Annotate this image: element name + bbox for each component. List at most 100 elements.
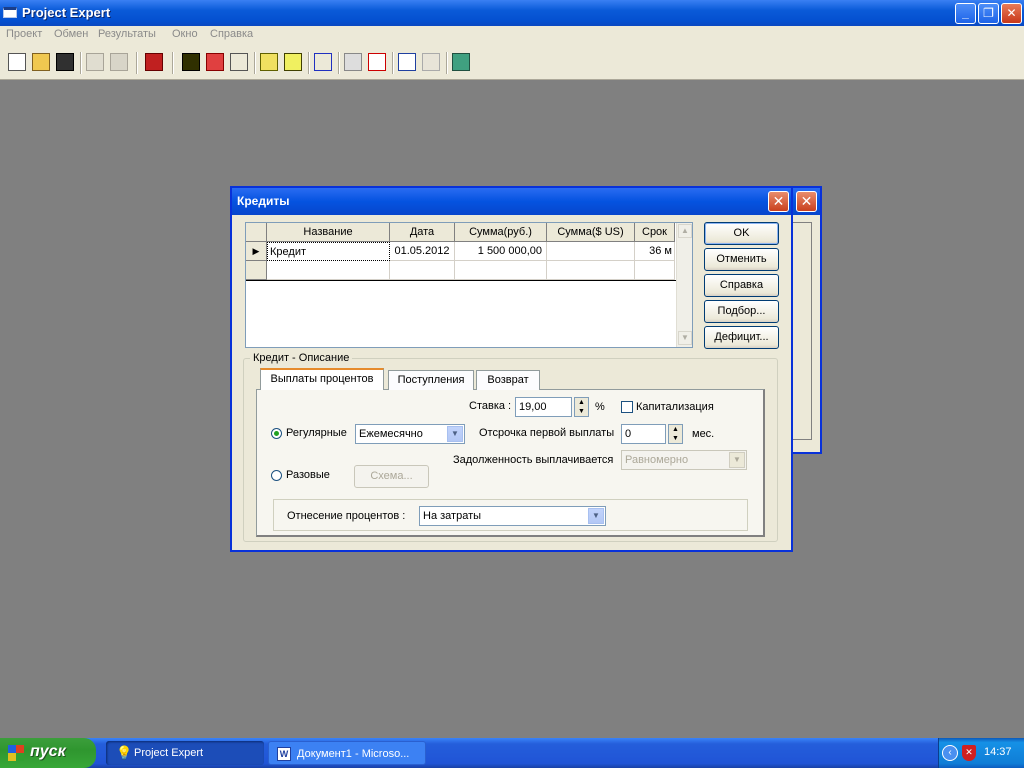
help-button[interactable]: Справка <box>704 274 779 297</box>
print-preview-icon[interactable] <box>86 53 104 71</box>
debt-repayment-select: Равномерно ▼ <box>621 450 747 470</box>
windows-logo-icon <box>8 745 24 761</box>
deficit-button[interactable]: Дефицит... <box>704 326 779 349</box>
taskbar-item-label: Документ1 - Microso... <box>297 748 410 760</box>
background-dialog-close-icon[interactable]: ✕ <box>796 191 817 212</box>
first-payment-delay-label: Отсрочка первой выплаты <box>479 427 615 439</box>
menu-project[interactable]: Проект <box>6 28 42 40</box>
close-button[interactable]: ✕ <box>1001 3 1022 24</box>
app-title: Project Expert <box>22 5 111 20</box>
spin-up-icon[interactable]: ▲ <box>575 398 588 407</box>
book-icon[interactable] <box>182 53 200 71</box>
regular-frequency-value: Ежемесячно <box>359 428 423 440</box>
new-row-cell[interactable] <box>390 261 455 280</box>
open-folder-icon[interactable] <box>32 53 50 71</box>
calculator-icon[interactable] <box>452 53 470 71</box>
rate-unit: % <box>595 401 605 413</box>
spin-up-icon[interactable]: ▲ <box>669 425 682 434</box>
new-row-cell[interactable] <box>455 261 547 280</box>
tab-interest-payments[interactable]: Выплаты процентов <box>260 368 384 390</box>
save-icon[interactable] <box>56 53 74 71</box>
new-row-cell[interactable] <box>635 261 675 280</box>
chart-bars-icon[interactable] <box>260 53 278 71</box>
scheme-button: Схема... <box>354 465 429 488</box>
credits-table[interactable]: Название Дата Сумма(руб.) Сумма($ US) Ср… <box>245 222 693 348</box>
dropdown-arrow-icon[interactable]: ▼ <box>447 426 463 442</box>
capitalization-label: Капитализация <box>636 401 714 413</box>
rate-spinner[interactable]: ▲ ▼ <box>574 397 589 417</box>
cell-sum-usd[interactable] <box>547 242 635 261</box>
main-title-bar: Project Expert _ ❐ ✕ <box>0 0 1024 26</box>
minimize-button[interactable]: _ <box>955 3 976 24</box>
cell-date[interactable]: 01.05.2012 <box>390 242 455 261</box>
column-header-date[interactable]: Дата <box>390 223 455 242</box>
menu-exchange[interactable]: Обмен <box>54 28 88 40</box>
balance-icon[interactable] <box>230 53 248 71</box>
onetime-radio[interactable] <box>271 470 282 481</box>
new-row-cell[interactable] <box>267 261 390 280</box>
first-payment-delay-input[interactable]: 0 <box>621 424 666 444</box>
menu-window[interactable]: Окно <box>172 28 198 40</box>
regular-label: Регулярные <box>286 427 347 439</box>
ok-button[interactable]: OK <box>704 222 779 245</box>
debt-repayment-label: Задолженность выплачивается <box>453 454 614 466</box>
cell-name[interactable]: Кредит <box>267 242 390 261</box>
new-row-cell[interactable] <box>547 261 635 280</box>
interest-allocation-label: Отнесение процентов : <box>287 510 406 522</box>
cell-sum-rub[interactable]: 1 500 000,00 <box>455 242 547 261</box>
scroll-down-icon[interactable]: ▼ <box>678 331 692 345</box>
delay-spinner[interactable]: ▲ ▼ <box>668 424 683 444</box>
exit-icon[interactable] <box>145 53 163 71</box>
system-tray: ‹ ✕ 14:37 <box>938 738 1024 768</box>
debt-repayment-value: Равномерно <box>625 454 689 466</box>
regular-frequency-select[interactable]: Ежемесячно ▼ <box>355 424 465 444</box>
new-file-icon[interactable] <box>8 53 26 71</box>
column-header-term[interactable]: Срок <box>635 223 675 242</box>
tab-return[interactable]: Возврат <box>476 370 540 390</box>
dropdown-arrow-icon: ▼ <box>729 452 745 468</box>
report-icon[interactable] <box>284 53 302 71</box>
select-button[interactable]: Подбор... <box>704 300 779 323</box>
tab-receipts[interactable]: Поступления <box>388 370 474 390</box>
cashflow-icon[interactable] <box>206 53 224 71</box>
scroll-up-icon[interactable]: ▲ <box>678 224 692 238</box>
interest-allocation-value: На затраты <box>423 510 482 522</box>
group-title: Кредит - Описание <box>250 352 353 364</box>
column-header-name[interactable]: Название <box>267 223 390 242</box>
dialog-close-icon[interactable]: ✕ <box>768 191 789 212</box>
cell-term[interactable]: 36 м <box>635 242 675 261</box>
cancel-button[interactable]: Отменить <box>704 248 779 271</box>
print-icon[interactable] <box>110 53 128 71</box>
spin-down-icon[interactable]: ▼ <box>575 407 588 416</box>
regular-radio[interactable] <box>271 428 282 439</box>
taskbar-item-project-expert[interactable]: 💡 Project Expert <box>106 741 264 765</box>
column-header-sum-usd[interactable]: Сумма($ US) <box>547 223 635 242</box>
grid-vertical-scrollbar[interactable]: ▲ ▼ <box>676 223 692 347</box>
toolbar <box>0 44 1024 80</box>
tray-expand-icon[interactable]: ‹ <box>942 745 958 761</box>
word-document-icon: W <box>277 747 291 761</box>
rate-label: Ставка : <box>469 400 512 412</box>
taskbar-item-word-document[interactable]: W Документ1 - Microso... <box>268 741 426 765</box>
line-chart-icon[interactable] <box>314 53 332 71</box>
capitalization-checkbox[interactable] <box>621 401 633 413</box>
restore-button[interactable]: ❐ <box>978 3 999 24</box>
rate-input[interactable]: 19,00 <box>515 397 572 417</box>
window-icon[interactable] <box>398 53 416 71</box>
spin-down-icon[interactable]: ▼ <box>669 434 682 443</box>
start-label: пуск <box>30 743 66 760</box>
analysis-icon[interactable] <box>344 53 362 71</box>
dialog-title: Кредиты <box>237 194 290 208</box>
notes-icon[interactable] <box>422 53 440 71</box>
menu-help[interactable]: Справка <box>210 28 253 40</box>
menu-bar: Проект Обмен Результаты Окно Справка <box>0 26 1024 44</box>
edit-document-icon[interactable] <box>368 53 386 71</box>
security-shield-icon[interactable]: ✕ <box>962 745 976 761</box>
menu-results[interactable]: Результаты <box>98 28 156 40</box>
current-row-arrow-icon: ▶ <box>246 242 267 261</box>
app-window-icon <box>3 7 17 18</box>
interest-allocation-select[interactable]: На затраты ▼ <box>419 506 606 526</box>
column-header-sum-rub[interactable]: Сумма(руб.) <box>455 223 547 242</box>
dropdown-arrow-icon[interactable]: ▼ <box>588 508 604 524</box>
start-button[interactable]: пуск <box>0 738 96 768</box>
